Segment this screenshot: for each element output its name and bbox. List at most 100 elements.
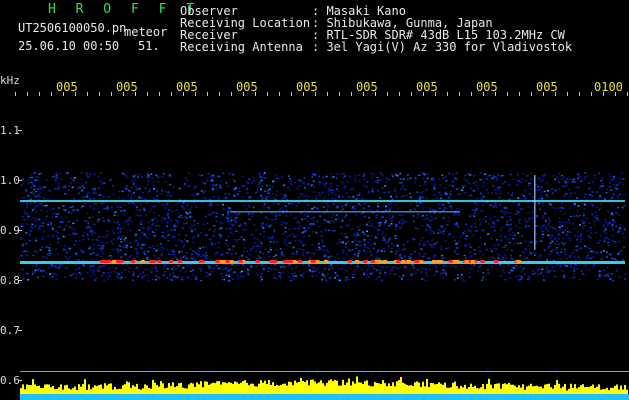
noise-dot [261, 173, 264, 176]
noise-dot [210, 202, 213, 204]
noise-dot [200, 270, 202, 272]
noise-dot [391, 269, 394, 271]
noise-dot [352, 276, 355, 279]
noise-dot [103, 182, 106, 184]
noise-dot [505, 211, 508, 214]
noise-dot [343, 175, 346, 177]
power-bar [208, 384, 210, 394]
noise-dot [510, 257, 513, 260]
noise-dot [512, 237, 514, 240]
noise-dot [484, 201, 487, 204]
noise-dot [99, 256, 102, 258]
noise-dot [45, 215, 48, 218]
power-bar [34, 384, 36, 394]
power-bar [374, 382, 376, 394]
noise-dot [82, 238, 85, 241]
noise-dot [620, 250, 623, 252]
noise-dot [396, 245, 399, 247]
noise-dot [454, 279, 457, 281]
noise-dot [417, 228, 420, 231]
noise-dot [257, 186, 260, 188]
noise-dot [54, 230, 57, 232]
noise-dot [601, 182, 604, 185]
noise-dot [47, 267, 50, 269]
noise-dot [32, 192, 35, 195]
noise-dot [347, 224, 350, 227]
noise-dot [338, 238, 341, 241]
noise-dot [540, 180, 543, 182]
noise-dot [32, 265, 35, 268]
noise-dot [303, 195, 306, 198]
noise-dot [618, 227, 621, 229]
noise-dot [107, 219, 110, 222]
noise-dot [303, 227, 306, 229]
noise-dot [570, 192, 573, 195]
noise-dot [322, 206, 325, 208]
power-bar [512, 384, 514, 394]
noise-dot [177, 276, 180, 278]
noise-dot [83, 187, 85, 189]
power-bar [118, 388, 120, 394]
noise-dot [354, 239, 356, 241]
noise-dot [125, 174, 127, 176]
noise-dot [572, 223, 575, 225]
noise-dot [376, 179, 379, 182]
power-bar [620, 385, 622, 394]
noise-dot [577, 187, 579, 189]
noise-dot [101, 246, 104, 248]
noise-dot [495, 187, 498, 189]
noise-dot [267, 256, 270, 258]
noise-dot [289, 242, 292, 244]
noise-dot [461, 189, 463, 191]
noise-dot [205, 234, 207, 237]
noise-dot [227, 210, 230, 212]
noise-dot [132, 279, 135, 281]
noise-dot [306, 220, 309, 222]
noise-dot [611, 225, 614, 228]
noise-dot [233, 180, 236, 183]
x-tick-mark [399, 92, 400, 96]
noise-dot [300, 193, 303, 196]
noise-dot [438, 191, 441, 194]
noise-dot [363, 271, 366, 274]
meteor-echo [149, 260, 154, 263]
noise-dot [574, 192, 577, 194]
noise-dot [407, 279, 410, 281]
noise-dot [410, 203, 412, 205]
noise-dot [283, 222, 286, 224]
noise-dot [515, 265, 518, 267]
noise-dot [313, 186, 316, 188]
power-bar [402, 382, 404, 394]
noise-dot [262, 235, 265, 238]
noise-dot [103, 202, 106, 204]
noise-dot [98, 267, 101, 269]
noise-dot [142, 227, 145, 229]
noise-dot [426, 240, 429, 243]
noise-dot [465, 235, 468, 237]
noise-dot [449, 204, 451, 206]
noise-dot [50, 266, 53, 269]
noise-dot [395, 204, 398, 207]
power-bar [426, 379, 428, 394]
noise-dot [166, 221, 169, 224]
noise-dot [527, 275, 530, 278]
noise-dot [248, 204, 250, 207]
power-bar [472, 387, 474, 394]
noise-dot [142, 207, 145, 210]
noise-dot [357, 252, 360, 254]
noise-dot [126, 219, 128, 222]
noise-dot [368, 224, 371, 227]
noise-dot [75, 264, 78, 266]
power-bar [474, 385, 476, 394]
noise-dot [356, 194, 359, 197]
noise-dot [77, 187, 80, 189]
noise-dot [566, 181, 569, 183]
noise-dot [380, 279, 383, 282]
noise-dot [375, 278, 378, 280]
noise-dot [319, 215, 322, 217]
noise-dot [585, 246, 588, 248]
noise-dot [623, 204, 626, 207]
noise-dot [81, 205, 84, 207]
noise-dot [279, 248, 282, 250]
noise-dot [544, 220, 547, 222]
